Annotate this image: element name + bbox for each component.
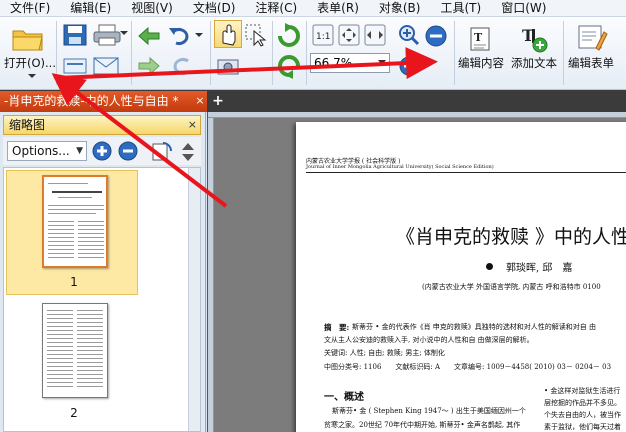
body-line-2: 贫寒之家。20世纪 70年代中期开始, 斯蒂芬• 金声名鹊起, 其作	[324, 421, 521, 429]
close-icon[interactable]: ×	[194, 91, 206, 111]
zoom-plus-circle-icon[interactable]	[398, 55, 420, 77]
side-note-4: 素于监狱，他们每天过着	[544, 423, 621, 431]
new-tab-icon[interactable]: +	[211, 94, 225, 108]
thumbnail-toolbar: Options... ▼	[3, 137, 201, 165]
menu-comment[interactable]: 注释(C)	[245, 0, 307, 17]
thumbnail-panel-header: 缩略图 ×	[3, 115, 201, 135]
zoom-out-icon[interactable]	[117, 140, 139, 162]
edit-content-label[interactable]: 编辑内容	[458, 55, 504, 71]
snapshot-icon[interactable]	[216, 55, 240, 77]
menu-document[interactable]: 文档(D)	[183, 0, 246, 17]
document-page[interactable]: 内蒙古农业大学学报 ( 社会科学版 ) Journal of Inner Mon…	[296, 122, 626, 432]
options-dropdown[interactable]: Options... ▼	[7, 141, 87, 161]
abstract-line-1: 斯蒂芬 • 金的代表作《肖 申克的救赎》具独特的选材和对人性的解读和对自 由	[352, 323, 597, 331]
chevron-down-icon[interactable]	[378, 60, 386, 66]
chevron-down-icon[interactable]	[27, 72, 37, 80]
menu-view[interactable]: 视图(V)	[121, 0, 183, 17]
side-note-1: • 金这样对监狱生活进行	[544, 387, 621, 395]
edit-form-label[interactable]: 编辑表单	[568, 55, 614, 71]
keywords: 关键词: 人性; 自由; 救赎; 男主; 体制化	[324, 349, 445, 357]
zoom-in-icon[interactable]	[398, 24, 420, 46]
back-icon[interactable]	[136, 25, 162, 47]
abstract-label: 摘 要:	[324, 323, 350, 332]
chevron-down-icon[interactable]	[195, 31, 203, 39]
redo-icon[interactable]	[168, 55, 194, 77]
zoom-value: 66.7%	[314, 56, 353, 70]
horizontal-ruler	[208, 112, 626, 118]
rotate-counterclockwise-icon[interactable]	[276, 53, 302, 79]
zoom-out-icon[interactable]	[424, 24, 448, 48]
menu-tools[interactable]: 工具(T)	[430, 0, 491, 17]
body-line-1: 斯蒂芬• 金 ( Stephen King 1947～ ) 出生于美国缅因州一个	[332, 407, 526, 415]
email-icon[interactable]	[92, 55, 120, 77]
thumbnail-number-2: 2	[70, 406, 78, 420]
panel-title: 缩略图	[9, 118, 46, 132]
header-rule	[306, 172, 626, 173]
save-icon[interactable]	[62, 23, 88, 47]
print-icon[interactable]	[92, 23, 122, 47]
vertical-ruler	[208, 118, 214, 432]
edit-content-icon[interactable]: T	[468, 25, 496, 55]
menu-bar: 文件(F) 编辑(E) 视图(V) 文档(D) 注释(C) 表单(R) 对象(B…	[0, 0, 626, 17]
thumbnail-panel: 缩略图 × Options... ▼ 1 2	[0, 112, 206, 432]
scroll-arrows-icon[interactable]	[179, 140, 197, 164]
abstract-line-2: 文从主人公安迪的救赎入手, 对小说中的人性和自 由做深层的解析。	[324, 336, 534, 344]
scan-icon[interactable]	[62, 55, 88, 77]
svg-text:T: T	[474, 31, 483, 44]
folder-open-icon[interactable]	[10, 23, 46, 53]
close-icon[interactable]: ×	[188, 116, 197, 134]
fit-page-icon[interactable]	[338, 24, 360, 46]
classification: 中图分类号: 1106 文献标识码: A 文章编号: 1009－4458( 20…	[324, 363, 612, 371]
tab-document-title: -肖申克的救赎-中的人性与自由 *	[4, 94, 179, 108]
paper-title: 《肖申克的救赎 》中的人性与	[396, 226, 626, 248]
undo-icon[interactable]	[168, 25, 194, 47]
paper-affiliation: (内蒙古农业大学 外国语言学院, 内蒙古 呼和浩特市 0100	[422, 283, 601, 291]
toolbar: 打开(O)... 1:1 66.7% T 编辑内容 T 添加文本 编辑表单	[0, 17, 626, 90]
menu-form[interactable]: 表单(R)	[307, 0, 369, 17]
zoom-in-icon[interactable]	[91, 140, 113, 162]
bullet-icon	[486, 263, 493, 270]
menu-edit[interactable]: 编辑(E)	[60, 0, 121, 17]
chevron-down-icon: ▼	[76, 146, 83, 156]
section-heading: 一、概述	[324, 392, 364, 403]
forward-icon[interactable]	[136, 55, 162, 77]
journal-en: Journal of Inner Mongolia Agricultural U…	[306, 164, 494, 170]
tab-bar: -肖申克的救赎-中的人性与自由 * × +	[0, 90, 626, 112]
thumbnail-number-1: 1	[70, 275, 78, 289]
tab-document[interactable]: -肖申克的救赎-中的人性与自由 * ×	[0, 91, 207, 112]
hand-icon	[222, 24, 236, 46]
edit-form-icon[interactable]	[576, 23, 608, 53]
side-note-2: 层挖掘的作品并不多见。	[544, 399, 621, 407]
open-button-label[interactable]: 打开(O)...	[4, 55, 56, 71]
document-view[interactable]: 内蒙古农业大学学报 ( 社会科学版 ) Journal of Inner Mon…	[207, 112, 626, 432]
hand-tool-button[interactable]	[214, 20, 242, 48]
actual-size-icon[interactable]: 1:1	[312, 24, 334, 46]
menu-object[interactable]: 对象(B)	[369, 0, 431, 17]
thumbnail-scrollbar[interactable]	[188, 168, 200, 431]
select-tool-icon[interactable]	[244, 23, 268, 47]
chevron-down-icon[interactable]	[120, 29, 128, 37]
paper-authors: 郭琰晖, 邱 嘉	[506, 263, 573, 274]
thumbnail-list: 1 2	[3, 167, 201, 432]
zoom-field[interactable]: 66.7%	[310, 53, 390, 73]
menu-window[interactable]: 窗口(W)	[491, 0, 556, 17]
rotate-page-icon[interactable]	[149, 140, 175, 162]
menu-file[interactable]: 文件(F)	[0, 0, 60, 17]
svg-text:1:1: 1:1	[316, 32, 330, 42]
add-text-icon[interactable]: T	[520, 25, 550, 55]
thumbnail-page-2[interactable]	[42, 303, 108, 398]
side-note-3: 个失去自由的人，被当作	[544, 411, 621, 419]
fit-width-icon[interactable]	[364, 24, 386, 46]
options-label: Options...	[12, 144, 70, 158]
thumbnail-page-1[interactable]	[42, 175, 108, 268]
add-text-label[interactable]: 添加文本	[511, 55, 557, 71]
rotate-clockwise-icon[interactable]	[276, 23, 302, 49]
